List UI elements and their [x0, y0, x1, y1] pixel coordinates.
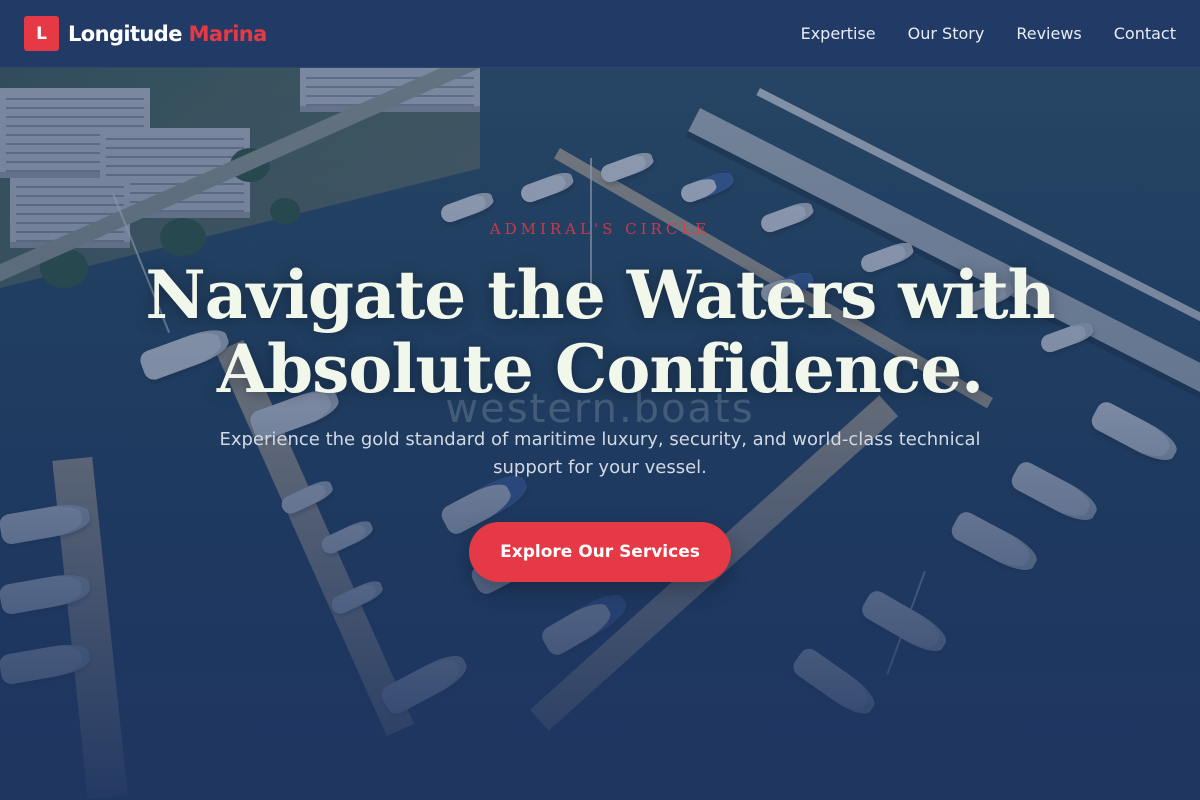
explore-services-button[interactable]: Explore Our Services	[469, 522, 731, 582]
hero-eyebrow: Admiral's Circle	[489, 220, 711, 238]
hero-headline: Navigate the Waters with Absolute Confid…	[145, 256, 1055, 408]
brand-logo[interactable]: L Longitude Marina	[24, 16, 267, 51]
nav-link-expertise[interactable]: Expertise	[801, 24, 876, 43]
nav-link-reviews[interactable]: Reviews	[1016, 24, 1081, 43]
logo-icon: L	[24, 16, 59, 51]
brand-name-primary: Longitude	[68, 21, 182, 46]
nav-links: Expertise Our Story Reviews Contact	[801, 24, 1176, 43]
brand-name: Longitude Marina	[68, 22, 267, 46]
nav-link-contact[interactable]: Contact	[1114, 24, 1176, 43]
top-navigation: L Longitude Marina Expertise Our Story R…	[0, 0, 1200, 68]
hero-section: Admiral's Circle western.boats Navigate …	[0, 68, 1200, 800]
nav-link-our-story[interactable]: Our Story	[908, 24, 985, 43]
brand-name-accent: Marina	[188, 21, 268, 46]
hero-subtitle: Experience the gold standard of maritime…	[219, 429, 981, 478]
